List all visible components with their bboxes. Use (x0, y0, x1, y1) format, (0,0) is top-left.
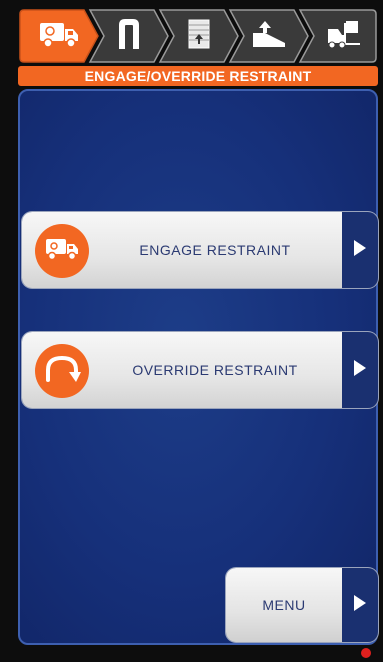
status-light (361, 648, 371, 658)
play-arrow-icon (353, 594, 367, 617)
play-arrow-icon (353, 239, 367, 262)
engage-icon-circle (35, 224, 89, 278)
leveler-icon (251, 19, 287, 54)
page-title: ENGAGE/OVERRIDE RESTRAINT (18, 66, 378, 86)
play-arrow-icon (353, 359, 367, 382)
tab-strip (18, 8, 378, 64)
forklift-icon (324, 19, 362, 54)
menu-label: MENU (262, 597, 306, 613)
override-arrow-icon (43, 354, 81, 389)
door-icon (187, 18, 211, 55)
engage-restraint-button[interactable]: ENGAGE RESTRAINT (22, 212, 378, 288)
override-restraint-button[interactable]: OVERRIDE RESTRAINT (22, 332, 378, 408)
truck-icon (38, 19, 80, 54)
engage-arrow-tab[interactable] (342, 212, 378, 288)
menu-arrow-tab[interactable] (342, 568, 378, 642)
hmi-screen: ENGAGE/OVERRIDE RESTRAINT ENGAGE RESTRAI… (0, 0, 383, 662)
override-arrow-tab[interactable] (342, 332, 378, 408)
truck-icon (44, 236, 80, 267)
engage-restraint-label: ENGAGE RESTRAINT (139, 242, 291, 258)
tab-forklift[interactable] (298, 8, 378, 64)
restraint-hook-icon (115, 17, 143, 56)
override-icon-circle (35, 344, 89, 398)
menu-button[interactable]: MENU (226, 568, 378, 642)
override-restraint-label: OVERRIDE RESTRAINT (132, 362, 298, 378)
